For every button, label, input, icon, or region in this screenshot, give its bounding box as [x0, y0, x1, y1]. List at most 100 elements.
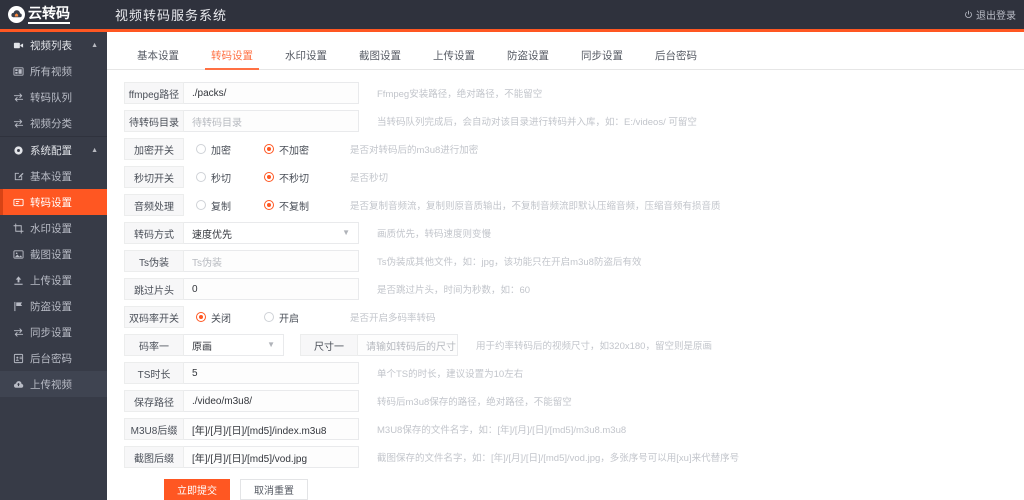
sidebar-item-8[interactable]: 截图设置	[0, 241, 107, 267]
field-label: 转码方式	[124, 222, 184, 244]
chevron-up-icon[interactable]: ▲	[91, 42, 98, 49]
field-help-text: 是否秒切	[350, 173, 389, 184]
sidebar-item-label: 转码设置	[30, 196, 72, 209]
input-field[interactable]: 0	[184, 278, 359, 300]
tab-6[interactable]: 同步设置	[565, 48, 639, 69]
radio-option-1[interactable]: 开启	[264, 310, 332, 325]
radio-option-1[interactable]: 不秒切	[264, 170, 332, 185]
sidebar-item-0[interactable]: 视频列表 ▲	[0, 32, 107, 58]
form-row-3: 秒切开关 秒切 不秒切 是否秒切	[107, 166, 1024, 188]
form-row-9: 码率一 原画 ▼ 尺寸一 请输如转码后的尺寸 用于约率转码后的视频尺寸，如320x180，…	[107, 334, 1024, 356]
bitrate-select-field[interactable]: 原画 ▼	[184, 334, 284, 356]
input-field[interactable]: [年]/[月]/[日]/[md5]/vod.jpg	[184, 446, 359, 468]
sidebar-item-12[interactable]: 后台密码	[0, 345, 107, 371]
tab-2[interactable]: 水印设置	[269, 48, 343, 69]
radio-option-0[interactable]: 秒切	[196, 170, 264, 185]
input-field[interactable]: ./packs/	[184, 82, 359, 104]
logout-button[interactable]: 退出登录	[964, 7, 1016, 22]
sidebar-item-9[interactable]: 上传设置	[0, 267, 107, 293]
radio-option-0[interactable]: 关闭	[196, 310, 264, 325]
sidebar-item-7[interactable]: 水印设置	[0, 215, 107, 241]
tab-4[interactable]: 上传设置	[417, 48, 491, 69]
field-help-text: 是否跳过片头，时间为秒数，如：60	[377, 285, 531, 296]
sidebar-item-6[interactable]: 转码设置	[0, 189, 107, 215]
reset-button[interactable]: 取消重置	[240, 479, 308, 500]
radio-label: 秒切	[211, 173, 231, 185]
radio-label: 开启	[279, 313, 299, 325]
sidebar-item-4[interactable]: 系统配置 ▲	[0, 137, 107, 163]
form-row-10: TS时长 5 单个TS的时长，建议设置为10左右	[107, 362, 1024, 384]
field-help-text: 转码后m3u8保存的路径，绝对路径，不能留空	[377, 397, 572, 408]
field-help-text: 截图保存的文件名字，如：[年]/[月]/[日]/[md5]/vod.jpg，多张…	[377, 453, 740, 464]
radio-dot-icon	[264, 172, 274, 182]
radio-label: 不复制	[279, 201, 309, 213]
radio-group: 加密 不加密	[184, 142, 332, 157]
field-label: 待转码目录	[124, 110, 184, 132]
chevron-up-icon[interactable]: ▲	[91, 147, 98, 154]
sidebar: 视频列表 ▲ 所有视频 转码队列视频分类系统配置 ▲ 基本设置转码设置水印设置截图设置上传…	[0, 32, 107, 500]
chevron-down-icon: ▼	[267, 340, 275, 349]
sidebar-item-11[interactable]: 同步设置	[0, 319, 107, 345]
form-row-5: 转码方式 速度优先 ▼ 画质优先，转码速度则变慢	[107, 222, 1024, 244]
sidebar-item-5[interactable]: 基本设置	[0, 163, 107, 189]
select-field[interactable]: 速度优先 ▼	[184, 222, 359, 244]
form-row-4: 音频处理 复制 不复制 是否复制音频流，复制则原音质输出，不复制音频流即默认压缩音频，…	[107, 194, 1024, 216]
sidebar-item-label: 水印设置	[30, 222, 72, 235]
radio-dot-icon	[196, 144, 206, 154]
radio-dot-icon	[196, 200, 206, 210]
app-header: 云转码 视频转码服务系统 退出登录	[0, 0, 1024, 32]
radio-option-0[interactable]: 加密	[196, 142, 264, 157]
form-actions: 立即提交 取消重置	[107, 479, 1024, 500]
field-label: 秒切开关	[124, 166, 184, 188]
tab-3[interactable]: 截图设置	[343, 48, 417, 69]
power-icon	[965, 10, 972, 19]
input-field[interactable]: [年]/[月]/[日]/[md5]/index.m3u8	[184, 418, 359, 440]
size-input-field[interactable]: 请输如转码后的尺寸	[358, 334, 458, 356]
id-card-icon	[13, 353, 24, 364]
grid-icon	[13, 66, 24, 77]
gear-icon	[13, 145, 24, 156]
video-camera-icon	[13, 40, 24, 51]
radio-option-0[interactable]: 复制	[196, 198, 264, 213]
radio-option-1[interactable]: 不加密	[264, 142, 332, 157]
tab-7[interactable]: 后台密码	[639, 48, 713, 69]
input-field[interactable]: 5	[184, 362, 359, 384]
field-help-text: 画质优先，转码速度则变慢	[377, 229, 492, 240]
input-field[interactable]: 待转码目录	[184, 110, 359, 132]
field-help-text: M3U8保存的文件名字，如：[年]/[月]/[日]/[md5]/m3u8.m3u…	[377, 425, 627, 436]
exchange-icon	[13, 118, 24, 129]
logo[interactable]: 云转码	[0, 0, 107, 29]
tab-1[interactable]: 转码设置	[195, 48, 269, 70]
radio-label: 关闭	[211, 313, 231, 325]
transcode-icon	[13, 197, 24, 208]
sidebar-item-label: 上传视频	[30, 378, 72, 391]
sidebar-item-2[interactable]: 转码队列	[0, 84, 107, 110]
sidebar-item-label: 系统配置	[30, 144, 72, 157]
radio-option-1[interactable]: 不复制	[264, 198, 332, 213]
field-help-text: 是否对转码后的m3u8进行加密	[350, 145, 479, 156]
submit-button[interactable]: 立即提交	[164, 479, 230, 500]
input-field[interactable]: Ts伪装	[184, 250, 359, 272]
sidebar-item-label: 视频分类	[30, 117, 72, 130]
form-row-13: 截图后缀 [年]/[月]/[日]/[md5]/vod.jpg 截图保存的文件名字，如…	[107, 446, 1024, 468]
form-row-12: M3U8后缀 [年]/[月]/[日]/[md5]/index.m3u8 M3U8保存…	[107, 418, 1024, 440]
chevron-down-icon: ▼	[342, 228, 350, 237]
sidebar-item-13[interactable]: 上传视频	[0, 371, 107, 397]
sidebar-item-1[interactable]: 所有视频	[0, 58, 107, 84]
field-label: M3U8后缀	[124, 418, 184, 440]
tab-5[interactable]: 防盗设置	[491, 48, 565, 69]
sidebar-item-3[interactable]: 视频分类	[0, 110, 107, 136]
sidebar-item-10[interactable]: 防盗设置	[0, 293, 107, 319]
tab-0[interactable]: 基本设置	[121, 48, 195, 69]
field-label: TS时长	[124, 362, 184, 384]
sidebar-item-label: 截图设置	[30, 248, 72, 261]
radio-group: 关闭 开启	[184, 310, 332, 325]
flag-icon	[13, 301, 24, 312]
radio-group: 秒切 不秒切	[184, 170, 332, 185]
sidebar-item-label: 上传设置	[30, 274, 72, 287]
input-field[interactable]: ./video/m3u8/	[184, 390, 359, 412]
radio-dot-icon	[196, 172, 206, 182]
field-label: 保存路径	[124, 390, 184, 412]
form-row-0: ffmpeg路径 ./packs/Ffmpeg安装路径，绝对路径，不能留空	[107, 82, 1024, 104]
radio-label: 复制	[211, 201, 231, 213]
